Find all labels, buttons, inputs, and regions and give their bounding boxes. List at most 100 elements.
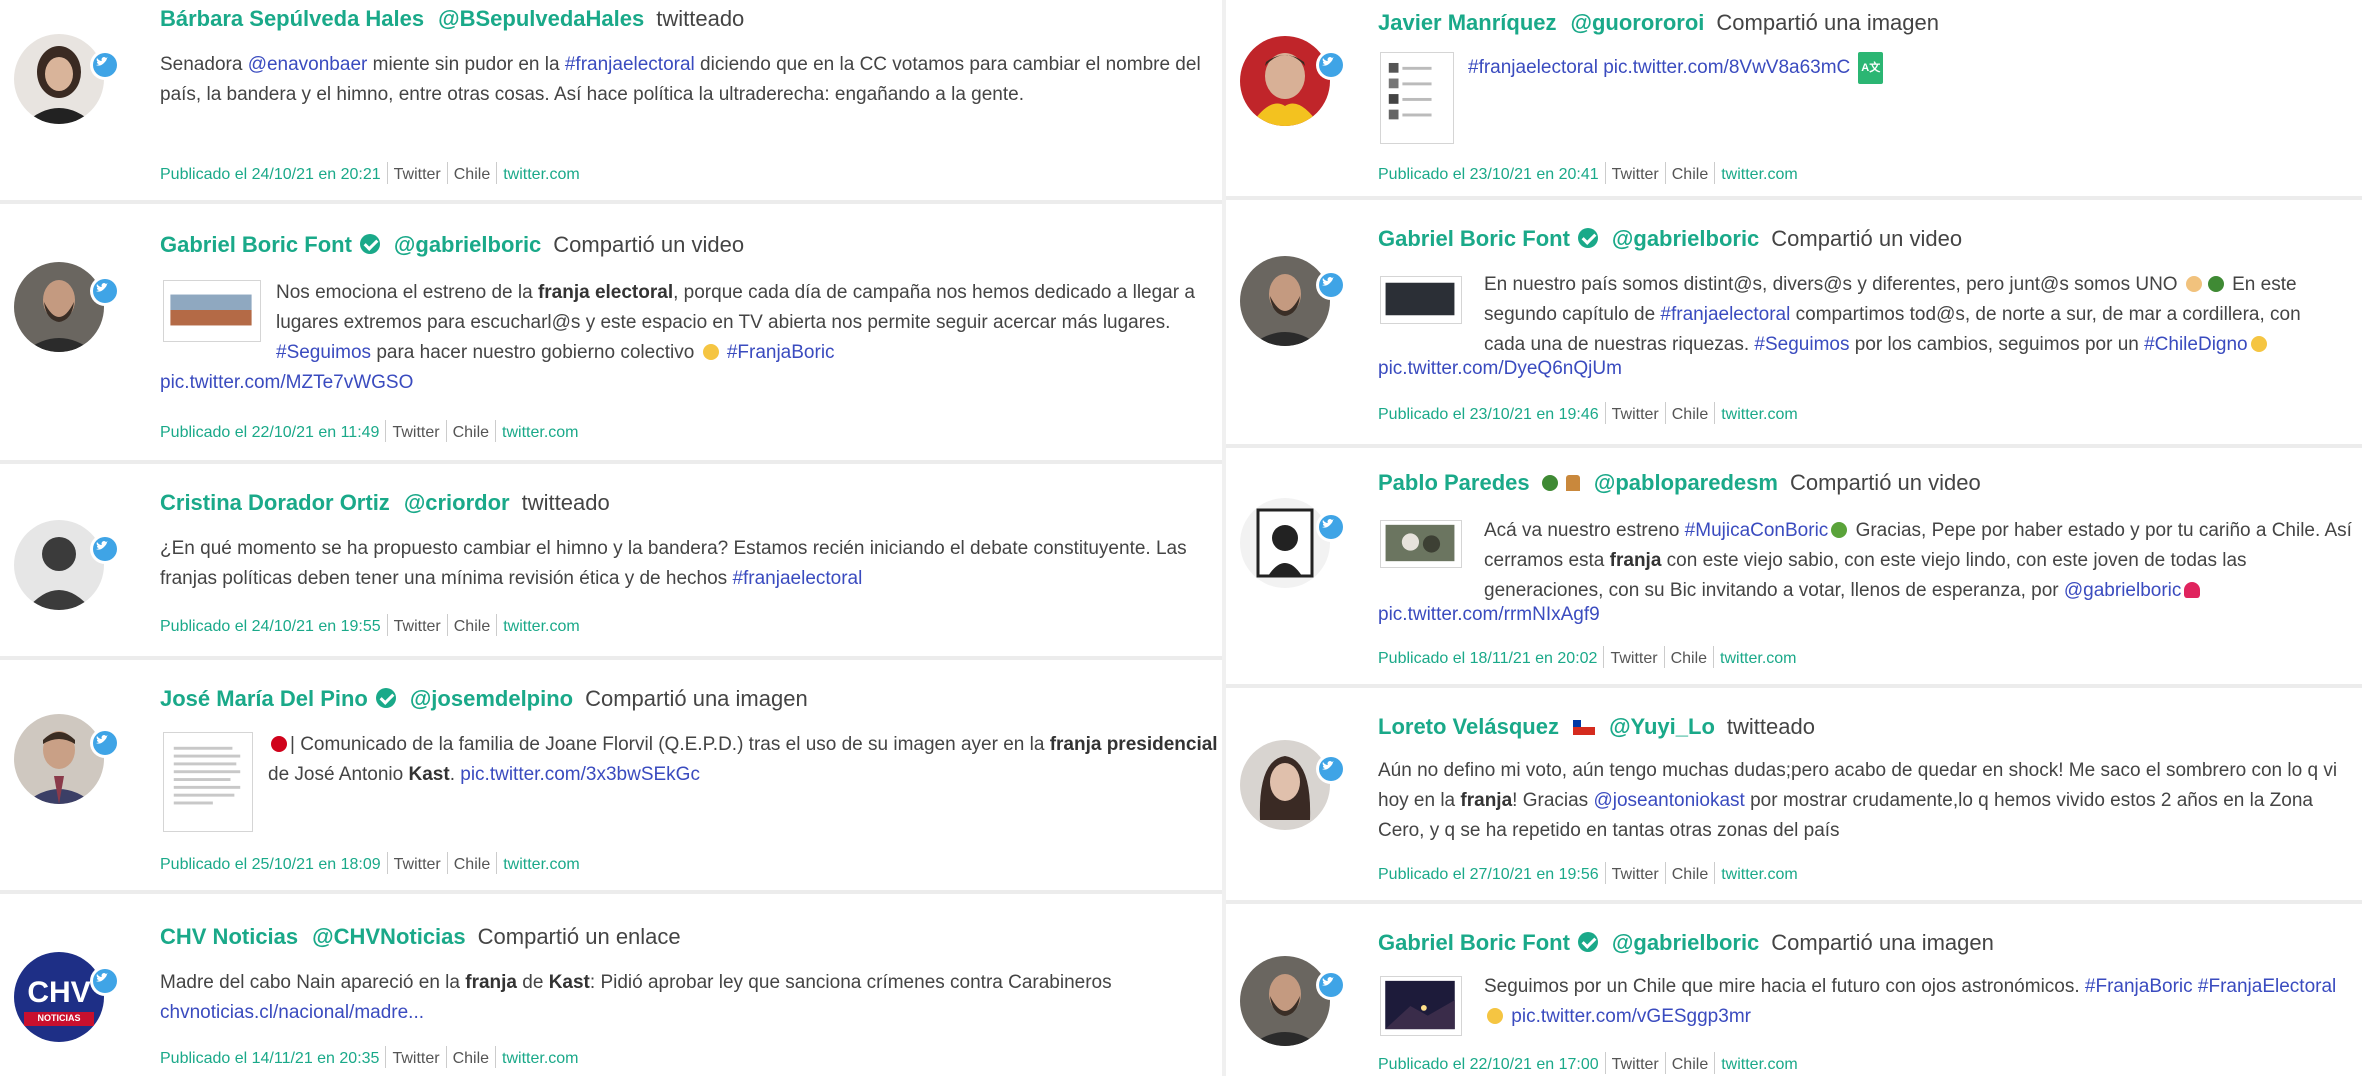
inline-link[interactable]: #FranjaBoric xyxy=(727,342,835,363)
sun-icon xyxy=(2250,336,2267,352)
author-name[interactable]: CHV Noticias xyxy=(160,924,298,949)
domain-link[interactable]: twitter.com xyxy=(503,856,579,873)
author-handle[interactable]: @pabloparedesm xyxy=(1594,470,1778,495)
inline-link[interactable]: #Seguimos xyxy=(1754,334,1849,355)
avatar[interactable] xyxy=(1240,256,1330,346)
image-thumbnail[interactable] xyxy=(1380,52,1454,144)
tweet-meta: Publicado el 14/11/21 en 20:35 Twitter Chi… xyxy=(160,1046,579,1068)
author-handle[interactable]: @josemdelpino xyxy=(410,686,573,711)
video-thumbnail[interactable] xyxy=(1380,276,1462,324)
country-label: Chile xyxy=(1670,650,1708,667)
author-name[interactable]: Cristina Dorador Ortiz xyxy=(160,490,390,515)
tweet-header: CHV Noticias @CHVNoticias Compartió un enl… xyxy=(160,924,681,950)
tweet-card[interactable]: Gabriel Boric Font @gabrielboric Compartió… xyxy=(1226,904,2362,1076)
author-name[interactable]: Gabriel Boric Font xyxy=(1378,930,1570,955)
tweet-action: Compartió un video xyxy=(1789,470,1981,495)
avatar[interactable] xyxy=(14,520,104,610)
inline-link[interactable]: @enavonbaer xyxy=(248,54,368,75)
author-name[interactable]: Gabriel Boric Font xyxy=(1378,226,1570,251)
tweet-body: Madre del cabo Nain apareció en la franj… xyxy=(160,968,1210,1028)
image-thumbnail[interactable] xyxy=(163,732,253,832)
inline-link[interactable]: #franjaelectoral xyxy=(1660,304,1790,325)
inline-link[interactable]: pic.twitter.com/3x3bwSEkGc xyxy=(460,764,700,785)
tweet-card[interactable]: Javier Manríquez @guorororoi Compartió una… xyxy=(1226,0,2362,200)
tweet-card[interactable]: Gabriel Boric Font @gabrielboric Compartió… xyxy=(1226,200,2362,448)
inline-link[interactable]: #ChileDigno xyxy=(2144,334,2248,355)
author-name[interactable]: Bárbara Sepúlveda Hales xyxy=(160,6,424,31)
tweet-card[interactable]: Gabriel Boric Font @gabrielboric Compartió… xyxy=(0,204,1222,464)
avatar[interactable] xyxy=(1240,498,1330,588)
published-date: Publicado el 24/10/21 en 19:55 xyxy=(160,618,381,635)
author-handle[interactable]: @gabrielboric xyxy=(394,232,541,257)
media-link[interactable]: pic.twitter.com/DyeQ6nQjUm xyxy=(1378,354,1622,384)
inline-link[interactable]: #FranjaBoric xyxy=(2085,976,2193,997)
tweet-card[interactable]: Bárbara Sepúlveda Hales @BSepulvedaHales t… xyxy=(0,0,1222,204)
domain-link[interactable]: twitter.com xyxy=(503,166,579,183)
inline-link[interactable]: #MujicaConBoric xyxy=(1685,520,1829,541)
inline-link[interactable]: #franjaelectoral xyxy=(732,568,862,589)
media-link[interactable]: pic.twitter.com/MZTe7vWGSO xyxy=(160,368,413,398)
inline-link[interactable]: @gabrielboric xyxy=(2064,580,2182,601)
inline-link[interactable]: #franjaelectoral pic.twitter.com/8VwV8a6… xyxy=(1468,57,1850,78)
avatar[interactable] xyxy=(1240,956,1330,1046)
author-handle[interactable]: @gabrielboric xyxy=(1612,226,1759,251)
avatar[interactable] xyxy=(14,262,104,352)
country-label: Chile xyxy=(453,856,491,873)
domain-link[interactable]: twitter.com xyxy=(1721,866,1797,883)
domain-link[interactable]: twitter.com xyxy=(1721,1056,1797,1073)
tree-icon xyxy=(2207,276,2224,292)
media-link[interactable]: pic.twitter.com/rrmNIxAgf9 xyxy=(1378,600,1600,630)
author-name[interactable]: Pablo Paredes xyxy=(1378,470,1530,495)
video-thumbnail[interactable] xyxy=(163,280,261,342)
hand-icon xyxy=(2185,276,2202,292)
author-name[interactable]: Gabriel Boric Font xyxy=(160,232,352,257)
video-thumbnail[interactable] xyxy=(1380,520,1462,568)
highlighted-keyword: Kast xyxy=(548,972,590,993)
inline-link[interactable]: #Seguimos xyxy=(276,342,371,363)
twitter-icon xyxy=(90,276,120,306)
tweet-card[interactable]: Pablo Paredes @pabloparedesm Compartió un… xyxy=(1226,448,2362,688)
author-name[interactable]: Javier Manríquez xyxy=(1378,10,1557,35)
domain-link[interactable]: twitter.com xyxy=(503,618,579,635)
inline-link[interactable]: @joseantoniokast xyxy=(1593,790,1744,811)
author-handle[interactable]: @gabrielboric xyxy=(1612,930,1759,955)
avatar[interactable] xyxy=(1240,36,1330,126)
avatar[interactable] xyxy=(1240,740,1330,830)
image-thumbnail[interactable] xyxy=(1380,976,1462,1036)
twitter-icon xyxy=(90,966,120,996)
domain-link[interactable]: twitter.com xyxy=(1720,650,1796,667)
tweet-header: Loreto Velásquez @Yuyi_Lo twitteado xyxy=(1378,714,1815,740)
avatar[interactable] xyxy=(14,714,104,804)
author-handle[interactable]: @CHVNoticias xyxy=(312,924,465,949)
inline-link[interactable]: #franjaelectoral xyxy=(565,54,695,75)
inline-link[interactable]: #FranjaElectoral xyxy=(2198,976,2336,997)
published-date: Publicado el 24/10/21 en 20:21 xyxy=(160,166,381,183)
avatar[interactable] xyxy=(14,34,104,124)
tweet-card[interactable]: CHV NOTICIAS CHV Noticias @CHVNoticias Com… xyxy=(0,894,1222,1076)
tweet-header: Bárbara Sepúlveda Hales @BSepulvedaHales t… xyxy=(160,6,744,32)
domain-link[interactable]: twitter.com xyxy=(1721,406,1797,423)
author-handle[interactable]: @guorororoi xyxy=(1571,10,1705,35)
author-name[interactable]: José María Del Pino xyxy=(160,686,368,711)
tweet-card[interactable]: Cristina Dorador Ortiz @criordor twitteado… xyxy=(0,464,1222,660)
author-name[interactable]: Loreto Velásquez xyxy=(1378,714,1559,739)
body-text: ! Gracias xyxy=(1512,790,1594,811)
tweet-card[interactable]: Loreto Velásquez @Yuyi_Lo twitteado Aún n… xyxy=(1226,688,2362,904)
tweet-card[interactable]: José María Del Pino @josemdelpino Comparti… xyxy=(0,660,1222,894)
author-handle[interactable]: @BSepulvedaHales xyxy=(438,6,644,31)
domain-link[interactable]: twitter.com xyxy=(502,424,578,441)
country-label: Chile xyxy=(1671,1056,1709,1073)
domain-link[interactable]: twitter.com xyxy=(1721,166,1797,183)
tweet-action: Compartió una imagen xyxy=(1771,930,1994,955)
inline-link[interactable]: pic.twitter.com/vGESggp3mr xyxy=(1511,1006,1751,1027)
source-label: Twitter xyxy=(1611,1056,1659,1073)
translate-icon[interactable]: A文 xyxy=(1858,52,1884,84)
source-label: Twitter xyxy=(392,424,440,441)
author-handle[interactable]: @Yuyi_Lo xyxy=(1609,714,1715,739)
body-text: de José Antonio xyxy=(268,764,409,785)
author-handle[interactable]: @criordor xyxy=(404,490,510,515)
source-label: Twitter xyxy=(1611,866,1659,883)
domain-link[interactable]: twitter.com xyxy=(502,1050,578,1067)
inline-link[interactable]: chvnoticias.cl/nacional/madre... xyxy=(160,1002,424,1023)
body-text: por los cambios, seguimos por un xyxy=(1849,334,2145,355)
